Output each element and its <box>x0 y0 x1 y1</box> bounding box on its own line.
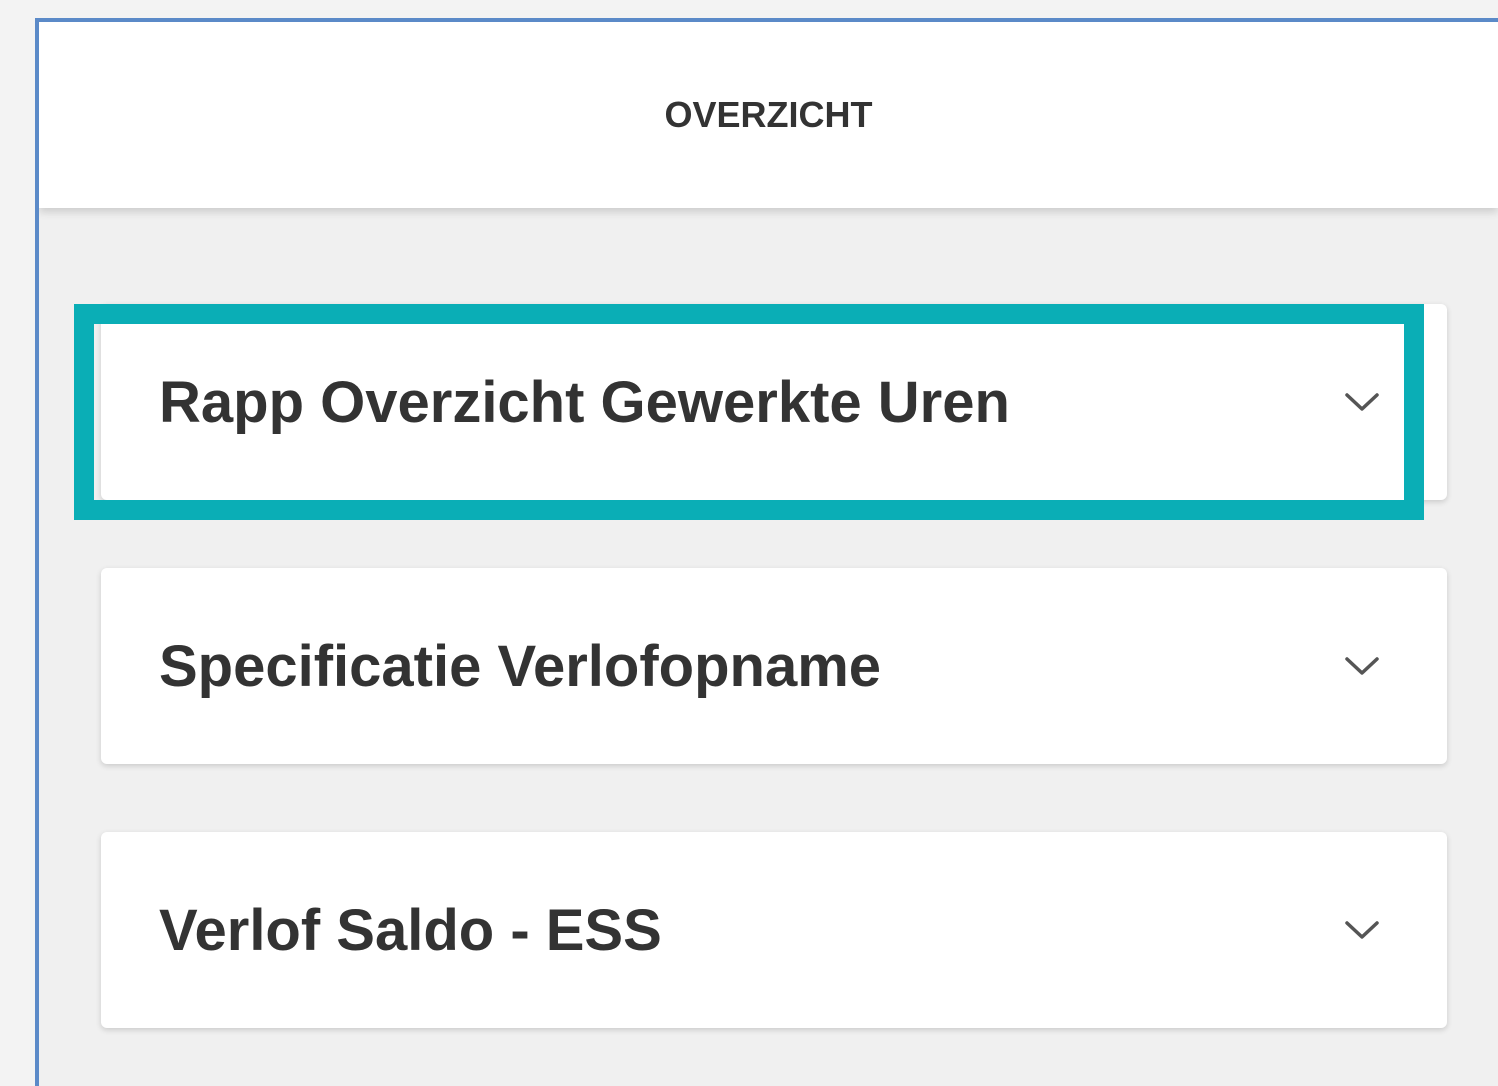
overview-panel: OVERZICHT Rapp Overzicht Gewerkte Uren S… <box>35 18 1498 1086</box>
report-item-verlof-saldo-ess[interactable]: Verlof Saldo - ESS <box>101 832 1447 1028</box>
report-item-label: Rapp Overzicht Gewerkte Uren <box>159 369 1010 435</box>
chevron-down-icon[interactable] <box>1339 643 1385 689</box>
chevron-down-icon[interactable] <box>1339 907 1385 953</box>
panel-title: OVERZICHT <box>664 94 873 135</box>
chevron-down-icon[interactable] <box>1339 379 1385 425</box>
report-item-rapp-overzicht-gewerkte-uren[interactable]: Rapp Overzicht Gewerkte Uren <box>101 304 1447 500</box>
report-item-label: Verlof Saldo - ESS <box>159 897 662 963</box>
report-item-label: Specificatie Verlofopname <box>159 633 882 699</box>
report-item-specificatie-verlofopname[interactable]: Specificatie Verlofopname <box>101 568 1447 764</box>
panel-header: OVERZICHT <box>39 22 1498 208</box>
